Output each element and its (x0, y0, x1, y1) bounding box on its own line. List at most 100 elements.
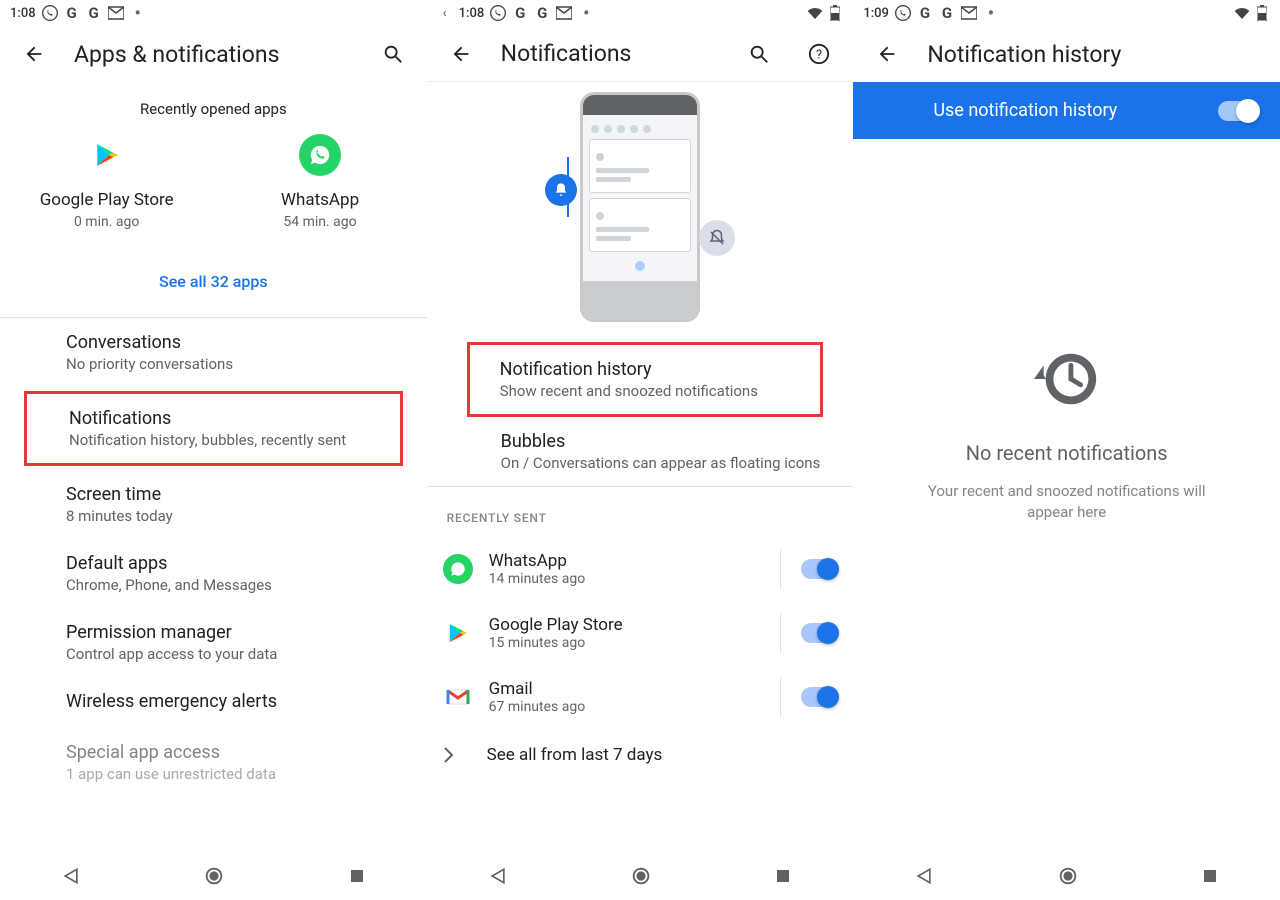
google-icon: G (939, 5, 955, 21)
toolbar: Notification history (853, 26, 1280, 82)
separator (780, 677, 781, 717)
nav-back-button[interactable] (488, 866, 508, 886)
item-subtitle: 8 minutes today (66, 507, 411, 525)
toggle-whatsapp[interactable] (801, 559, 837, 579)
toggle-label: Use notification history (933, 100, 1218, 121)
sent-app-name: WhatsApp (489, 551, 765, 571)
battery-icon (827, 5, 843, 21)
clock: 1:08 (10, 6, 36, 21)
svg-text:?: ? (816, 47, 822, 62)
nav-home-button[interactable] (203, 865, 225, 887)
recent-apps-row: Google Play Store 0 min. ago WhatsApp 54… (0, 124, 427, 246)
list-item-notifications[interactable]: Notifications Notification history, bubb… (24, 391, 403, 466)
back-button[interactable] (441, 34, 481, 74)
list-item-conversations[interactable]: Conversations No priority conversations (0, 318, 427, 387)
gmail-icon (443, 682, 473, 712)
sent-item-play-store[interactable]: Google Play Store15 minutes ago (427, 601, 854, 665)
item-title: Special app access (66, 742, 411, 763)
status-bar: ‹ 1:08 G G • (427, 0, 854, 26)
item-title: Notification history (500, 359, 805, 380)
more-icon: • (578, 5, 594, 21)
item-subtitle: On / Conversations can appear as floatin… (501, 454, 838, 472)
item-title: Screen time (66, 484, 411, 505)
list-item-screen-time[interactable]: Screen time 8 minutes today (0, 470, 427, 539)
item-subtitle: 1 app can use unrestricted data (66, 765, 411, 783)
help-button[interactable]: ? (799, 34, 839, 74)
bell-icon (545, 174, 577, 206)
more-icon: • (130, 5, 146, 21)
list-item-default-apps[interactable]: Default apps Chrome, Phone, and Messages (0, 539, 427, 608)
toolbar: Apps & notifications (0, 26, 427, 82)
toggle-gmail[interactable] (801, 687, 837, 707)
page-title: Notification history (927, 41, 1121, 68)
back-button[interactable] (867, 34, 907, 74)
nav-back-button[interactable] (61, 866, 81, 886)
list-item-wireless-emergency[interactable]: Wireless emergency alerts (0, 677, 427, 728)
whatsapp-icon (299, 134, 341, 176)
bell-off-icon (699, 220, 735, 256)
recent-app-whatsapp[interactable]: WhatsApp 54 min. ago (213, 134, 426, 230)
recently-opened-header: Recently opened apps (0, 82, 427, 124)
item-subtitle: Notification history, bubbles, recently … (69, 431, 384, 449)
item-subtitle: Show recent and snoozed notifications (500, 382, 805, 400)
list-item-notification-history[interactable]: Notification history Show recent and sno… (467, 342, 824, 417)
search-button[interactable] (373, 34, 413, 74)
page-title: Notifications (501, 40, 632, 67)
back-button[interactable] (14, 34, 54, 74)
see-all-apps-link[interactable]: See all 32 apps (0, 246, 427, 317)
nav-recents-button[interactable] (774, 867, 792, 885)
whatsapp-icon (895, 5, 911, 21)
recent-app-name: WhatsApp (213, 190, 426, 210)
sent-app-time: 14 minutes ago (489, 571, 765, 587)
item-title: Notifications (69, 408, 384, 429)
gmail-icon (108, 5, 124, 21)
clock: 1:09 (863, 6, 889, 21)
see-all-label: See all from last 7 days (487, 745, 663, 765)
whatsapp-icon (443, 554, 473, 584)
toggle-play-store[interactable] (801, 623, 837, 643)
screen-apps-notifications: 1:08 G G • Apps & notifications Recently… (0, 0, 427, 900)
history-icon (1032, 349, 1102, 409)
sent-item-whatsapp[interactable]: WhatsApp14 minutes ago (427, 537, 854, 601)
recent-app-play-store[interactable]: Google Play Store 0 min. ago (0, 134, 213, 230)
toggle-use-notification-history[interactable] (1218, 101, 1258, 121)
nav-back-button[interactable] (914, 866, 934, 886)
item-subtitle: No priority conversations (66, 355, 411, 373)
whatsapp-icon (490, 5, 506, 21)
search-button[interactable] (739, 34, 779, 74)
list-item-special-app-access[interactable]: Special app access 1 app can use unrestr… (0, 728, 427, 797)
gmail-icon (556, 5, 572, 21)
play-store-icon (443, 618, 473, 648)
list-item-permission-manager[interactable]: Permission manager Control app access to… (0, 608, 427, 677)
nav-recents-button[interactable] (1201, 867, 1219, 885)
whatsapp-icon (42, 5, 58, 21)
sent-item-gmail[interactable]: Gmail67 minutes ago (427, 665, 854, 729)
sent-app-name: Gmail (489, 679, 765, 699)
nav-bar (427, 852, 854, 900)
use-notification-history-toggle-row[interactable]: Use notification history (853, 82, 1280, 139)
item-title: Default apps (66, 553, 411, 574)
sent-app-time: 15 minutes ago (489, 635, 765, 651)
nav-home-button[interactable] (630, 865, 652, 887)
google-icon: G (917, 5, 933, 21)
screen-notifications: ‹ 1:08 G G • Notifications ? (427, 0, 854, 900)
list-item-bubbles[interactable]: Bubbles On / Conversations can appear as… (427, 417, 854, 486)
see-all-last-7-days[interactable]: See all from last 7 days (427, 729, 854, 781)
sent-app-name: Google Play Store (489, 615, 765, 635)
google-icon: G (534, 5, 550, 21)
illustration (427, 82, 854, 342)
separator (780, 613, 781, 653)
empty-title: No recent notifications (966, 441, 1168, 465)
gmail-icon (961, 5, 977, 21)
recent-app-time: 54 min. ago (213, 214, 426, 230)
empty-state: No recent notifications Your recent and … (853, 139, 1280, 523)
nav-recents-button[interactable] (348, 867, 366, 885)
status-bar: 1:08 G G • (0, 0, 427, 26)
screen-notification-history: 1:09 G G • Notification history Use noti… (853, 0, 1280, 900)
wifi-icon (1234, 5, 1250, 21)
play-store-icon (86, 134, 128, 176)
nav-bar (0, 852, 427, 900)
chevron-left-icon: ‹ (437, 5, 453, 21)
nav-home-button[interactable] (1057, 865, 1079, 887)
item-title: Conversations (66, 332, 411, 353)
